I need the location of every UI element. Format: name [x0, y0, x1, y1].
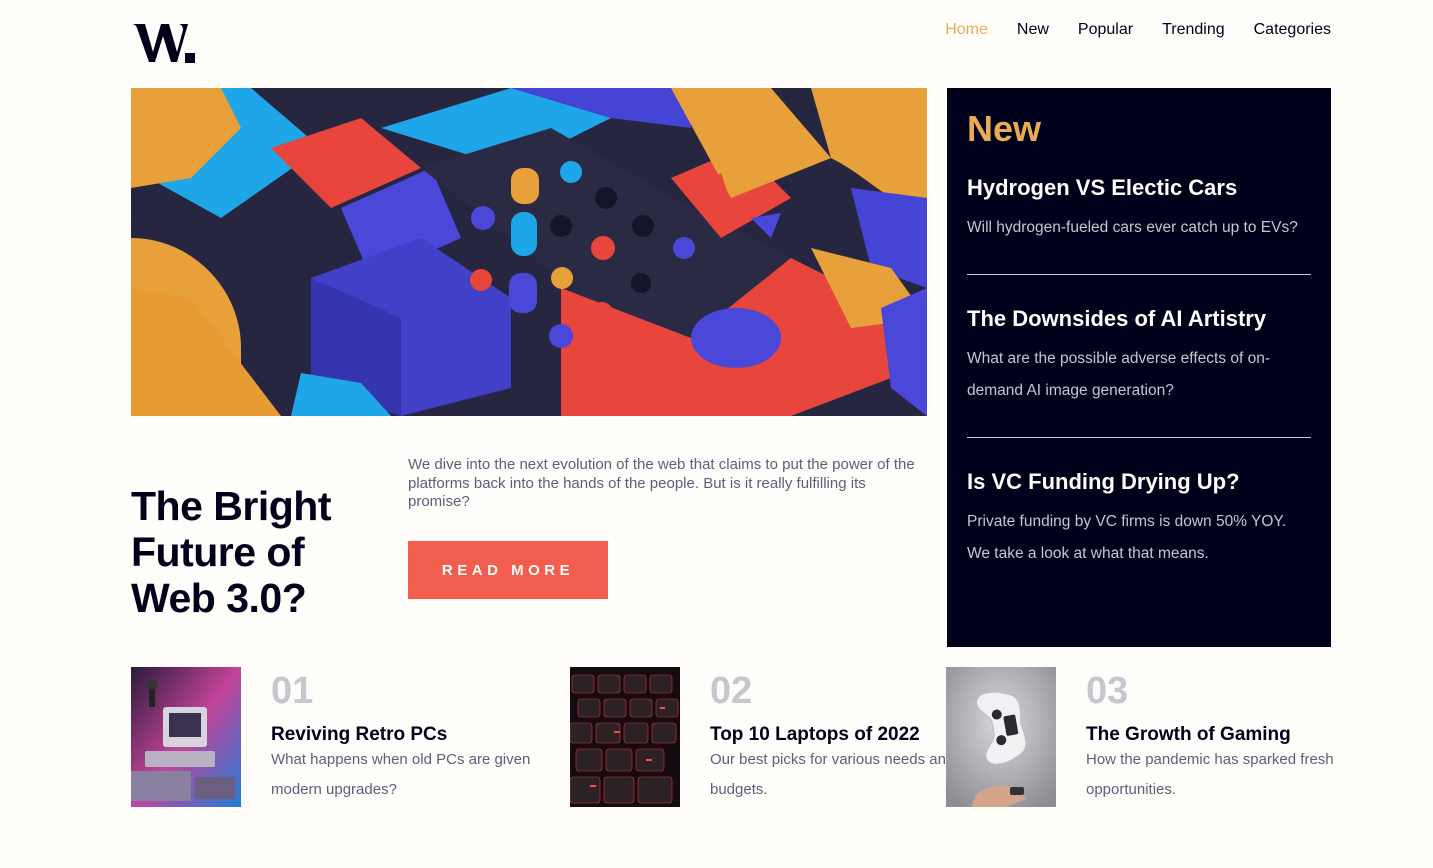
read-more-button[interactable]: READ MORE [408, 541, 608, 599]
new-item-description: Private funding by VC firms is down 50% … [967, 513, 1287, 562]
divider [967, 437, 1311, 438]
card-description: What happens when old PCs are given mode… [271, 751, 531, 798]
card-title[interactable]: Reviving Retro PCs [271, 723, 447, 747]
site-logo[interactable] [131, 22, 197, 64]
card-description: How the pandemic has sparked fresh oppor… [1086, 751, 1334, 798]
new-item-vc-funding[interactable]: Is VC Funding Drying Up? Private funding… [967, 468, 1311, 570]
retro-pc-thumbnail [131, 667, 241, 807]
new-item-title[interactable]: Is VC Funding Drying Up? [967, 468, 1311, 496]
hero-image [131, 88, 927, 416]
new-item-ai-artistry[interactable]: The Downsides of AI Artistry What are th… [967, 305, 1311, 407]
new-item-title[interactable]: Hydrogen VS Electic Cars [967, 174, 1311, 202]
card-number: 02 [710, 670, 753, 712]
new-articles-panel: New Hydrogen VS Electic Cars Will hydrog… [947, 88, 1331, 647]
nav-item-new[interactable]: New [1017, 20, 1049, 40]
nav-item-home[interactable]: Home [945, 20, 988, 40]
card-title[interactable]: The Growth of Gaming [1086, 723, 1291, 747]
laptop-keyboard-thumbnail [570, 667, 680, 807]
new-item-title[interactable]: The Downsides of AI Artistry [967, 305, 1311, 333]
nav-item-categories[interactable]: Categories [1254, 20, 1331, 40]
featured-cards: 01 Reviving Retro PCs What happens when … [0, 667, 1433, 807]
new-panel-heading: New [967, 108, 1042, 149]
hero-title: The Bright Future of Web 3.0? [131, 483, 331, 621]
logo-mark-icon [131, 24, 195, 63]
nav-item-trending[interactable]: Trending [1162, 20, 1225, 40]
hero-description: We dive into the next evolution of the w… [408, 456, 915, 510]
new-item-hydrogen[interactable]: Hydrogen VS Electic Cars Will hydrogen-f… [967, 174, 1311, 244]
nav-item-popular[interactable]: Popular [1078, 20, 1133, 40]
card-number: 01 [271, 670, 314, 712]
card-number: 03 [1086, 670, 1129, 712]
divider [967, 274, 1311, 275]
game-controller-thumbnail [946, 667, 1056, 807]
new-item-description: What are the possible adverse effects of… [967, 350, 1270, 399]
card-title[interactable]: Top 10 Laptops of 2022 [710, 723, 920, 747]
new-item-description: Will hydrogen-fueled cars ever catch up … [967, 219, 1298, 236]
main-nav: Home New Popular Trending Categories [945, 20, 1331, 40]
